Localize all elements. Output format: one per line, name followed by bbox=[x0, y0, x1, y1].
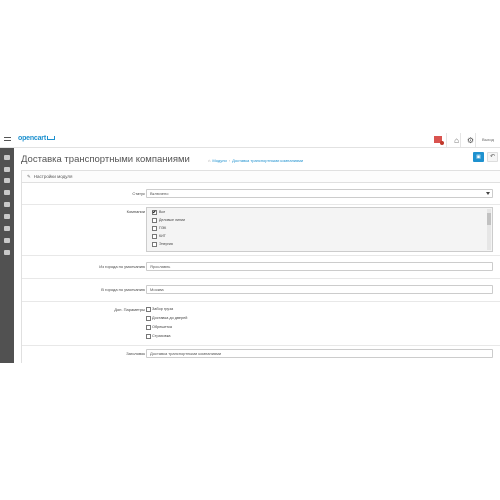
logout-link[interactable]: Выход bbox=[482, 137, 494, 142]
sales-icon[interactable] bbox=[4, 202, 10, 207]
option-label: Обрешетка bbox=[152, 325, 172, 329]
divider bbox=[475, 133, 476, 147]
panel-title: Настройки модуля bbox=[33, 174, 73, 179]
list-item[interactable]: КИТ bbox=[147, 232, 492, 240]
notification-icon[interactable] bbox=[434, 136, 444, 145]
scrollbar-thumb[interactable] bbox=[487, 213, 491, 225]
opencart-logo[interactable]: opencart bbox=[18, 135, 55, 142]
logo-text: opencart bbox=[18, 135, 46, 142]
checkbox[interactable] bbox=[146, 325, 151, 330]
store-home-icon[interactable]: ⌂ bbox=[452, 136, 461, 145]
gear-icon[interactable]: ⚙ bbox=[466, 136, 475, 145]
to-city-label: В города по умолчанию bbox=[101, 287, 145, 292]
list-item-label: Деловые линии bbox=[159, 218, 186, 222]
option-door-delivery[interactable]: Доставка до дверей bbox=[146, 314, 187, 322]
list-item[interactable]: Все bbox=[147, 208, 492, 216]
checkbox[interactable] bbox=[152, 210, 157, 215]
option-crating[interactable]: Обрешетка bbox=[146, 323, 172, 331]
listbox-scrollbar[interactable] bbox=[487, 209, 491, 250]
breadcrumb: ⌂ Модули › Доставка транспортными компаниям… bbox=[208, 158, 303, 163]
customers-icon[interactable] bbox=[4, 214, 10, 219]
extra-params-label: Доп. Параметры bbox=[114, 307, 145, 312]
list-item-label: ПЭК bbox=[159, 226, 167, 230]
option-insurance[interactable]: Страховка bbox=[146, 332, 171, 340]
list-item-label: Энергия bbox=[159, 242, 173, 246]
left-sidebar bbox=[0, 148, 14, 363]
chevron-down-icon bbox=[486, 192, 490, 195]
breadcrumb-separator: › bbox=[228, 158, 231, 163]
extra-params-row: Доп. Параметры Забор груза Доставка до д… bbox=[22, 302, 500, 346]
option-label: Доставка до дверей bbox=[152, 316, 188, 320]
save-icon: ▣ bbox=[476, 154, 481, 160]
page-title: Доставка транспортными компаниями bbox=[21, 154, 190, 165]
heading-label: Заголовок bbox=[126, 351, 145, 356]
from-city-label: Из города по умолчанию bbox=[99, 264, 145, 269]
catalog-icon[interactable] bbox=[4, 167, 10, 172]
save-button[interactable]: ▣ bbox=[473, 152, 484, 162]
breadcrumb-current[interactable]: Доставка транспортными компаниями bbox=[232, 158, 303, 163]
heading-input[interactable]: Доставка транспортными компаниями bbox=[146, 349, 493, 358]
divider bbox=[446, 133, 447, 147]
marketing-icon[interactable] bbox=[4, 226, 10, 231]
option-pickup[interactable]: Забор груза bbox=[146, 305, 173, 313]
pencil-icon: ✎ bbox=[27, 174, 31, 179]
option-label: Забор груза bbox=[152, 307, 174, 311]
checkbox[interactable] bbox=[152, 242, 157, 247]
checkbox[interactable] bbox=[152, 218, 157, 223]
option-label: Страховка bbox=[152, 334, 171, 338]
extensions-icon[interactable] bbox=[4, 178, 10, 183]
checkbox[interactable] bbox=[146, 334, 151, 339]
from-city-input[interactable]: Ярославль bbox=[146, 262, 493, 271]
dashboard-icon[interactable] bbox=[4, 155, 10, 160]
status-value: Включено bbox=[150, 191, 169, 196]
status-label: Статус bbox=[132, 191, 145, 196]
checkbox[interactable] bbox=[152, 234, 157, 239]
cart-icon bbox=[46, 136, 55, 141]
list-item[interactable]: Деловые линии bbox=[147, 216, 492, 224]
list-item-label: Все bbox=[159, 210, 166, 214]
top-navbar: opencart ⌂ ⚙ Выход bbox=[0, 133, 500, 148]
companies-listbox[interactable]: Все Деловые линии ПЭК КИТ Энергия bbox=[146, 207, 493, 252]
app-screenshot: opencart ⌂ ⚙ Выход Доставка транспортным… bbox=[0, 133, 500, 363]
design-icon[interactable] bbox=[4, 190, 10, 195]
checkbox[interactable] bbox=[146, 307, 151, 312]
status-select[interactable]: Включено bbox=[146, 189, 493, 198]
list-item-label: КИТ bbox=[159, 234, 166, 238]
breadcrumb-modules[interactable]: Модули bbox=[212, 158, 226, 163]
main-content: Доставка транспортными компаниями ⌂ Модул… bbox=[14, 148, 500, 363]
list-item[interactable]: Энергия bbox=[147, 240, 492, 248]
heading-row: Заголовок Доставка транспортными компани… bbox=[22, 346, 500, 363]
home-icon[interactable]: ⌂ bbox=[208, 158, 210, 163]
panel-heading: ✎ Настройки модуля bbox=[22, 171, 500, 183]
companies-row: Компании Все Деловые линии ПЭК КИТ Энерг… bbox=[22, 205, 500, 256]
system-icon[interactable] bbox=[4, 238, 10, 243]
to-city-row: В города по умолчанию Москва bbox=[22, 279, 500, 302]
checkbox[interactable] bbox=[152, 226, 157, 231]
companies-label: Компании bbox=[126, 209, 145, 214]
list-item[interactable]: ПЭК bbox=[147, 224, 492, 232]
reports-icon[interactable] bbox=[4, 250, 10, 255]
checkbox[interactable] bbox=[146, 316, 151, 321]
menu-toggle-icon[interactable] bbox=[4, 137, 11, 143]
back-arrow-icon: ↶ bbox=[489, 154, 496, 160]
status-row: Статус Включено bbox=[22, 183, 500, 205]
settings-panel: ✎ Настройки модуля Статус Включено Компан… bbox=[21, 170, 500, 363]
back-button[interactable]: ↶ bbox=[487, 152, 498, 162]
from-city-row: Из города по умолчанию Ярославль bbox=[22, 256, 500, 279]
to-city-input[interactable]: Москва bbox=[146, 285, 493, 294]
